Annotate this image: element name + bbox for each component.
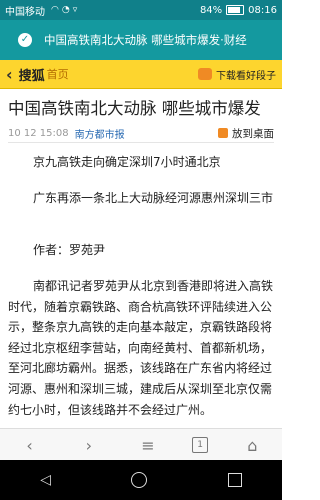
clock: 08:16 [248, 4, 277, 16]
battery-icon [226, 5, 245, 15]
article-title: 中国高铁南北大动脉 哪些城市爆发 [8, 99, 261, 118]
nav-recents-icon[interactable] [227, 473, 242, 487]
home-icon[interactable]: ⌂ [237, 436, 267, 455]
source-link[interactable]: 南方都市报 [75, 126, 125, 141]
article-meta: 10 12 15:08 南方都市报 放到桌面 [8, 125, 274, 141]
notification-text: 中国高铁南北大动脉 哪些城市爆发·财经 [44, 33, 247, 47]
status-bar: 中国移动 ◠ ◔ ▿ 84% 08:16 [0, 0, 282, 20]
carrier-label: 中国移动 [5, 6, 45, 18]
download-label: 下载看好段子 [216, 70, 276, 82]
wifi-icon: ◠ [51, 5, 59, 15]
check-icon: ✓ [18, 33, 32, 47]
back-icon[interactable]: ‹ [15, 436, 45, 455]
lead-paragraph-1: 京九高铁走向确定深圳7小时通北京 [33, 155, 221, 169]
article-body: 南都讯记者罗苑尹从北京到香港即将进入高铁时代，随着京霸铁路、商合杭高铁环评陆续进… [8, 279, 274, 417]
tabs-button[interactable]: 1 [192, 437, 209, 453]
site-header: ‹ 搜狐 首页 下载看好段子 [0, 60, 282, 89]
author-line: 作者：罗苑尹 [33, 243, 106, 257]
location-icon: ▿ [72, 5, 78, 15]
nav-back-icon[interactable]: ◁ [40, 472, 51, 488]
sohu-logo[interactable]: 搜狐 [19, 65, 45, 84]
alarm-icon: ◔ [61, 5, 70, 15]
divider [8, 142, 274, 143]
battery-percent: 84% [199, 4, 223, 16]
desktop-icon [218, 128, 228, 138]
system-navigation-bar: ◁ [0, 460, 282, 500]
publish-date: 10 12 15:08 [8, 127, 69, 139]
back-chevron-icon[interactable]: ‹ [6, 65, 13, 84]
browser-toolbar: ‹ › ≡ 1 ⌂ [0, 428, 282, 461]
lead-paragraph-2: 广东再添一条北上大动脉经河源惠州深圳三市 [33, 191, 274, 205]
add-to-desktop-label: 放到桌面 [232, 127, 274, 140]
add-to-desktop-button[interactable]: 放到桌面 [218, 126, 274, 141]
home-link[interactable]: 首页 [47, 66, 69, 82]
nav-home-icon[interactable] [131, 472, 148, 488]
notification-banner[interactable]: ✓ 中国高铁南北大动脉 哪些城市爆发·财经 [0, 20, 282, 60]
download-app-link[interactable]: 下载看好段子 [198, 67, 276, 82]
app-icon [198, 68, 212, 80]
forward-icon[interactable]: › [74, 436, 104, 455]
menu-icon[interactable]: ≡ [133, 436, 163, 455]
